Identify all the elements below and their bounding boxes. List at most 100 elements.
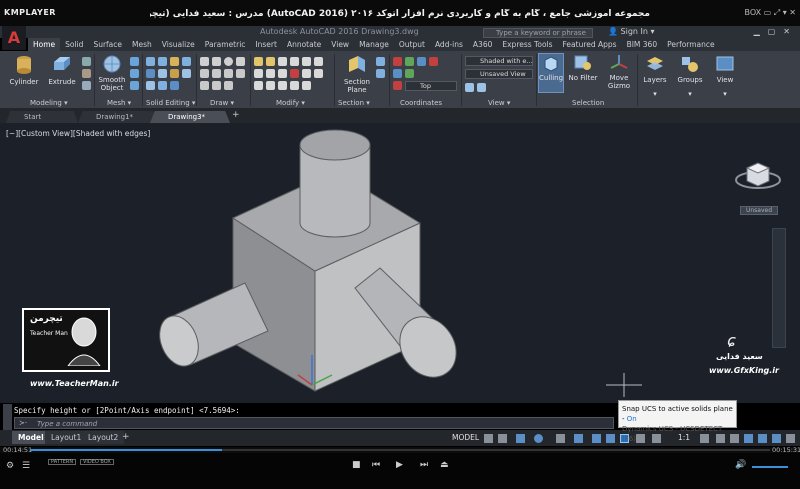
solid-tool-icon[interactable] bbox=[82, 81, 91, 90]
application-menu-button[interactable]: A bbox=[2, 26, 26, 50]
tab-output[interactable]: Output bbox=[394, 38, 430, 51]
modify-tool-icon[interactable] bbox=[254, 81, 263, 90]
subtract-icon[interactable] bbox=[158, 57, 167, 66]
tab-home[interactable]: Home bbox=[28, 38, 61, 51]
next-icon[interactable]: ⏭ bbox=[420, 460, 428, 470]
ucs-icon[interactable] bbox=[429, 57, 438, 66]
viewport-config-icon[interactable] bbox=[465, 83, 474, 92]
tab-bim-360[interactable]: BIM 360 bbox=[622, 38, 663, 51]
modify-tool-icon[interactable] bbox=[302, 57, 311, 66]
modify-tool-icon[interactable] bbox=[266, 57, 275, 66]
modify-tool-icon[interactable] bbox=[266, 81, 275, 90]
tab-manage[interactable]: Manage bbox=[354, 38, 394, 51]
playlist-icon[interactable]: ☰ bbox=[22, 461, 30, 471]
object-snap-icon[interactable] bbox=[592, 434, 601, 443]
panel-label-solid-editing[interactable]: Solid Editing ▾ bbox=[146, 99, 195, 107]
customize-icon[interactable] bbox=[786, 434, 795, 443]
view-direction-select[interactable]: Top bbox=[405, 81, 457, 91]
extrude-button[interactable]: Extrude bbox=[46, 54, 78, 86]
cylinder-button[interactable]: Cylinder bbox=[8, 54, 40, 86]
command-prompt-icon[interactable]: ≻· bbox=[19, 419, 27, 427]
command-line[interactable]: ≻· bbox=[14, 417, 614, 429]
section-plane-button[interactable]: Section Plane bbox=[340, 54, 374, 94]
mesh-tool-icon[interactable] bbox=[130, 81, 139, 90]
ucs-icon[interactable] bbox=[393, 57, 402, 66]
tab-featured-apps[interactable]: Featured Apps bbox=[558, 38, 622, 51]
draw-tool-icon[interactable] bbox=[200, 81, 209, 90]
panel-label-section[interactable]: Section ▾ bbox=[338, 99, 370, 107]
intersect-icon[interactable] bbox=[170, 57, 179, 66]
move-icon[interactable] bbox=[254, 57, 263, 66]
tab-express-tools[interactable]: Express Tools bbox=[497, 38, 557, 51]
command-input[interactable] bbox=[37, 419, 597, 428]
isodraft-icon[interactable] bbox=[556, 434, 565, 443]
panel-label-mesh[interactable]: Mesh ▾ bbox=[107, 99, 131, 107]
seek-bar[interactable] bbox=[30, 449, 770, 451]
visual-style-select[interactable]: Shaded with e... bbox=[465, 56, 533, 66]
draw-tool-icon[interactable] bbox=[224, 81, 233, 90]
eject-icon[interactable]: ⏏ bbox=[440, 460, 449, 470]
volume-icon[interactable]: 🔊 bbox=[735, 460, 746, 470]
settings-icon[interactable]: ⚙ bbox=[6, 461, 14, 471]
file-tab-start[interactable]: Start bbox=[6, 111, 78, 123]
model-space-toggle[interactable]: MODEL bbox=[452, 433, 479, 442]
grid-icon[interactable] bbox=[484, 434, 493, 443]
player-window-controls[interactable]: BOX ▭ ⤢ ▾ ✕ bbox=[745, 8, 796, 18]
layers-button[interactable]: Layers ▾ bbox=[640, 54, 670, 98]
tab-view[interactable]: View bbox=[326, 38, 354, 51]
modify-tool-icon[interactable] bbox=[302, 81, 311, 90]
polar-icon[interactable] bbox=[534, 434, 543, 443]
section-tool-icon[interactable] bbox=[376, 57, 385, 66]
modify-tool-icon[interactable] bbox=[290, 81, 299, 90]
saved-view-select[interactable]: Unsaved View bbox=[465, 69, 533, 79]
solid-tool-icon[interactable] bbox=[82, 57, 91, 66]
ortho-icon[interactable] bbox=[516, 434, 525, 443]
ucs-icon[interactable] bbox=[393, 81, 402, 90]
smooth-object-button[interactable]: Smooth Object bbox=[96, 54, 128, 92]
tab-parametric[interactable]: Parametric bbox=[200, 38, 251, 51]
clean-screen-icon[interactable] bbox=[772, 434, 781, 443]
tab-performance[interactable]: Performance bbox=[662, 38, 720, 51]
hardware-acceleration-icon[interactable] bbox=[758, 434, 767, 443]
draw-tool-icon[interactable] bbox=[212, 81, 221, 90]
layout-tab-model[interactable]: Model bbox=[12, 431, 50, 444]
solid-edit-icon[interactable] bbox=[182, 69, 191, 78]
modify-tool-icon[interactable] bbox=[314, 69, 323, 78]
modify-tool-icon[interactable] bbox=[278, 69, 287, 78]
ucs-icon[interactable] bbox=[393, 69, 402, 78]
object-snap-tracking-icon[interactable] bbox=[574, 434, 583, 443]
tab-mesh[interactable]: Mesh bbox=[127, 38, 157, 51]
modify-tool-icon[interactable] bbox=[314, 57, 323, 66]
groups-button[interactable]: Groups ▾ bbox=[675, 54, 705, 98]
mesh-tool-icon[interactable] bbox=[130, 69, 139, 78]
modify-tool-icon[interactable] bbox=[302, 69, 311, 78]
panel-label-view[interactable]: View ▾ bbox=[488, 99, 510, 107]
rectangle-icon[interactable] bbox=[200, 69, 209, 78]
tab-surface[interactable]: Surface bbox=[88, 38, 127, 51]
sign-in-button[interactable]: 👤 Sign In ▾ bbox=[608, 27, 655, 36]
modify-tool-icon[interactable] bbox=[278, 81, 287, 90]
tab-insert[interactable]: Insert bbox=[250, 38, 282, 51]
panel-label-draw[interactable]: Draw ▾ bbox=[210, 99, 234, 107]
tab-add-ins[interactable]: Add-ins bbox=[430, 38, 468, 51]
modify-tool-icon[interactable] bbox=[290, 57, 299, 66]
3d-object-snap-icon[interactable] bbox=[606, 434, 615, 443]
draw-tool-icon[interactable] bbox=[236, 69, 245, 78]
navigation-bar[interactable] bbox=[772, 228, 786, 348]
draw-tool-icon[interactable] bbox=[212, 69, 221, 78]
panel-label-modeling[interactable]: Modeling ▾ bbox=[30, 99, 68, 107]
draw-tool-icon[interactable] bbox=[224, 69, 233, 78]
volume-slider[interactable] bbox=[752, 466, 788, 468]
tab-solid[interactable]: Solid bbox=[60, 38, 88, 51]
slice-icon[interactable] bbox=[182, 57, 191, 66]
solid-edit-icon[interactable] bbox=[158, 69, 167, 78]
modify-tool-icon[interactable] bbox=[278, 57, 287, 66]
section-tool-icon[interactable] bbox=[376, 69, 385, 78]
solid-edit-icon[interactable] bbox=[158, 81, 167, 90]
solid-edit-icon[interactable] bbox=[146, 69, 155, 78]
union-icon[interactable] bbox=[146, 57, 155, 66]
solid-edit-icon[interactable] bbox=[146, 81, 155, 90]
tab-annotate[interactable]: Annotate bbox=[282, 38, 326, 51]
named-view-badge[interactable]: Unsaved bbox=[740, 206, 778, 215]
layout-tab-layout2[interactable]: Layout2 bbox=[82, 431, 125, 444]
